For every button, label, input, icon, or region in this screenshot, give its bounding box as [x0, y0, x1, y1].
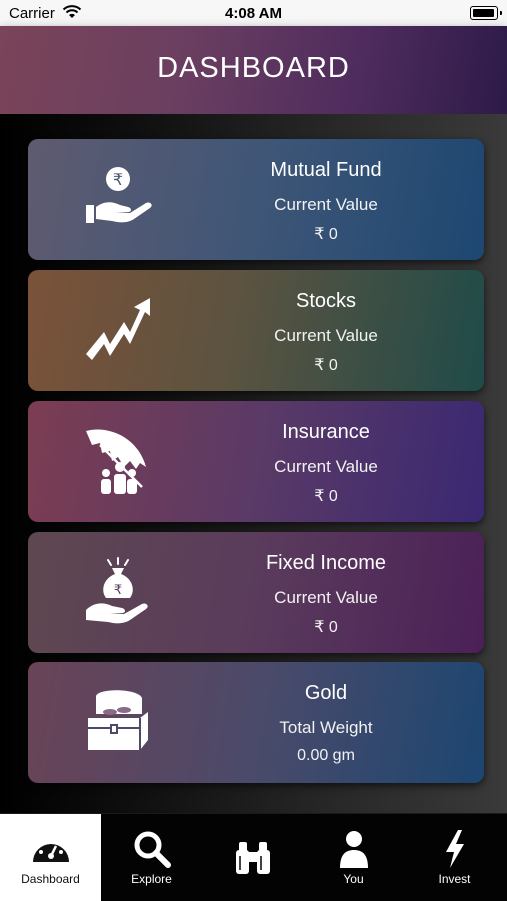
card-title: Fixed Income — [265, 552, 387, 574]
card-label: Current Value — [274, 195, 378, 214]
tab-dashboard[interactable]: Dashboard — [0, 814, 101, 901]
card-value: ₹ 0 — [314, 357, 338, 374]
svg-text:₹: ₹ — [113, 170, 123, 189]
stocks-card[interactable]: Stocks Current Value ₹ 0 — [28, 270, 484, 391]
tab-label: Explore — [131, 872, 172, 886]
card-value: 0.00 gm — [297, 747, 355, 764]
tab-label: Invest — [438, 872, 471, 886]
tab-explore[interactable]: Explore — [101, 814, 202, 901]
tab-invest[interactable]: Invest — [404, 814, 505, 901]
binoculars-icon — [236, 842, 270, 874]
card-label: Total Weight — [279, 718, 373, 737]
gold-card[interactable]: Gold Total Weight 0.00 gm — [28, 662, 484, 783]
tab-label: You — [343, 872, 364, 886]
battery-icon — [470, 6, 502, 20]
speedometer-icon — [33, 837, 69, 862]
card-title: Insurance — [282, 421, 370, 443]
umbrella-family-icon — [86, 429, 146, 494]
status-bar: Carrier 4:08 AM — [0, 0, 507, 26]
lightning-icon — [446, 830, 464, 868]
card-label: Current Value — [274, 326, 378, 345]
money-bag-hand-icon: ₹ — [86, 557, 148, 624]
tab-you[interactable]: You — [303, 814, 404, 901]
card-value: ₹ 0 — [314, 619, 338, 636]
tab-label: Dashboard — [21, 872, 80, 886]
svg-text:₹: ₹ — [114, 583, 122, 598]
rupee-hand-icon: ₹ — [86, 167, 152, 223]
card-label: Current Value — [274, 588, 378, 607]
card-title: Gold — [304, 682, 348, 704]
fixed-income-card[interactable]: ₹ Fixed Income Current Value ₹ 0 — [28, 532, 484, 653]
mutual-fund-card[interactable]: ₹ Mutual Fund Current Value ₹ 0 — [28, 139, 484, 260]
tab-bar: Dashboard Explore You Invest — [0, 813, 507, 901]
trend-up-arrow-icon — [86, 298, 150, 360]
user-icon — [340, 831, 368, 868]
card-label: Current Value — [274, 457, 378, 476]
card-title: Stocks — [295, 290, 357, 312]
tab-binoculars[interactable] — [202, 814, 303, 901]
card-value: ₹ 0 — [314, 226, 338, 243]
card-title: Mutual Fund — [270, 159, 382, 181]
treasure-chest-icon — [88, 690, 148, 750]
status-time: 4:08 AM — [225, 5, 282, 22]
insurance-card[interactable]: Insurance Current Value ₹ 0 — [28, 401, 484, 522]
dashboard-header: DASHBOARD — [0, 26, 507, 114]
page-title: DASHBOARD — [157, 52, 350, 84]
search-icon — [134, 831, 171, 868]
card-value: ₹ 0 — [314, 488, 338, 505]
